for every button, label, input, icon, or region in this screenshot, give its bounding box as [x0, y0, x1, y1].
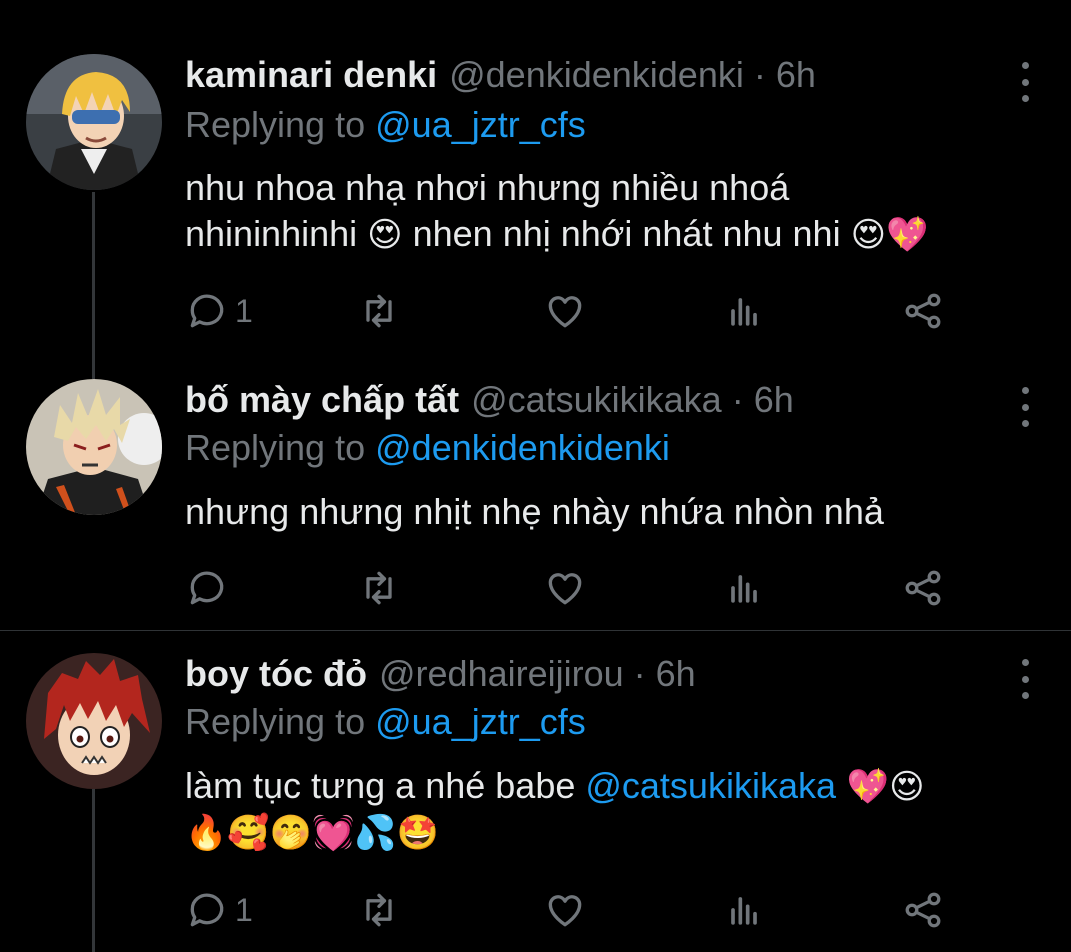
views-button[interactable]	[722, 565, 766, 611]
avatar[interactable]	[26, 54, 162, 190]
retweet-icon	[357, 566, 401, 610]
text-segment: nhininhinhi	[185, 213, 368, 254]
reply-button[interactable]	[185, 565, 235, 611]
display-name[interactable]: kaminari denki	[185, 52, 437, 98]
timestamp[interactable]: 6h	[754, 377, 794, 423]
retweet-icon	[357, 289, 401, 333]
retweet-icon	[357, 888, 401, 932]
thread-connector-line	[92, 789, 95, 952]
more-vertical-icon[interactable]	[1013, 387, 1037, 427]
separator-dot: ·	[731, 379, 744, 420]
reply-bubble-icon	[185, 566, 229, 610]
retweet-button[interactable]	[357, 288, 401, 334]
share-icon	[901, 289, 945, 333]
share-button[interactable]	[901, 887, 945, 933]
reply-thread: kaminari denki @denkidenkidenki · 6h Rep…	[0, 0, 1071, 952]
reply-bubble-icon	[185, 289, 229, 333]
tweet-kaminari[interactable]: kaminari denki @denkidenkidenki · 6h Rep…	[0, 0, 1071, 365]
replying-to-prefix: Replying to	[185, 104, 366, 145]
display-name[interactable]: bố mày chấp tất	[185, 377, 459, 423]
reply-button[interactable]: 1	[185, 288, 253, 334]
tweet-actions	[185, 565, 945, 611]
tweet-actions: 1	[185, 288, 945, 334]
retweet-button[interactable]	[357, 565, 401, 611]
like-button[interactable]	[543, 288, 587, 334]
tweet-header: boy tóc đỏ @redhaireijirou · 6h	[185, 651, 696, 697]
tweet-bakugou[interactable]: bố mày chấp tất @catsukikikaka · 6h Repl…	[0, 365, 1071, 630]
avatar[interactable]	[26, 379, 162, 515]
tweet-text-line: nhininhinhi 😍 nhen nhị nhới nhát nhu nhi…	[185, 211, 1035, 258]
text-segment: làm tục tưng a nhé babe	[185, 765, 586, 806]
tweet-actions: 1	[185, 887, 945, 933]
text-segment: nhen nhị nhới nhát nhu nhi	[402, 213, 851, 254]
avatar[interactable]	[26, 653, 162, 789]
replying-to: Replying to @ua_jztr_cfs	[185, 102, 586, 148]
share-icon	[901, 888, 945, 932]
emoji: 😍💖	[850, 215, 929, 255]
reply-count: 1	[235, 891, 253, 928]
tweet-text-line: làm tục tưng a nhé babe @catsukikikaka 💖…	[185, 763, 1035, 810]
like-button[interactable]	[543, 565, 587, 611]
heart-icon	[543, 289, 587, 333]
like-button[interactable]	[543, 887, 587, 933]
thread-connector-line	[92, 192, 95, 365]
heart-icon	[543, 566, 587, 610]
tweet-header: bố mày chấp tất @catsukikikaka · 6h	[185, 377, 794, 423]
more-vertical-icon[interactable]	[1013, 659, 1037, 699]
thread-connector-line	[92, 365, 95, 379]
separator-dot: ·	[633, 653, 646, 694]
replying-to: Replying to @ua_jztr_cfs	[185, 699, 586, 745]
tweet-text-line: nhưng nhưng nhịt nhẹ nhày nhứa nhòn nhả	[185, 491, 884, 532]
emoji: 😍	[367, 215, 403, 255]
views-button[interactable]	[722, 288, 766, 334]
views-bar-icon	[722, 289, 766, 333]
display-name[interactable]: boy tóc đỏ	[185, 651, 367, 697]
tweet-text-line: nhu nhoa nhạ nhơi nhưng nhiều nhoá	[185, 167, 790, 208]
views-bar-icon	[722, 888, 766, 932]
heart-icon	[543, 888, 587, 932]
reply-bubble-icon	[185, 888, 229, 932]
share-button[interactable]	[901, 565, 945, 611]
tweet-emoji-line: 🔥🥰🤭💓💦🤩	[185, 813, 440, 853]
timestamp[interactable]: 6h	[776, 52, 816, 98]
replying-to: Replying to @denkidenkidenki	[185, 425, 670, 471]
emoji: 💖😍	[836, 767, 925, 807]
share-button[interactable]	[901, 288, 945, 334]
retweet-button[interactable]	[357, 887, 401, 933]
tweet-text: làm tục tưng a nhé babe @catsukikikaka 💖…	[185, 763, 1035, 856]
reply-count: 1	[235, 292, 253, 329]
tweet-text: nhu nhoa nhạ nhơi nhưng nhiều nhoá nhini…	[185, 165, 1035, 258]
replying-to-prefix: Replying to	[185, 701, 366, 742]
replying-to-prefix: Replying to	[185, 427, 366, 468]
timestamp[interactable]: 6h	[656, 651, 696, 697]
handle[interactable]: @denkidenkidenki	[449, 52, 744, 98]
more-vertical-icon[interactable]	[1013, 62, 1037, 102]
tweet-header: kaminari denki @denkidenkidenki · 6h	[185, 52, 816, 98]
tweet-kirishima[interactable]: boy tóc đỏ @redhaireijirou · 6h Replying…	[0, 631, 1071, 952]
replying-to-mention[interactable]: @ua_jztr_cfs	[375, 104, 586, 145]
tweet-text: nhưng nhưng nhịt nhẹ nhày nhứa nhòn nhả	[185, 489, 1035, 535]
handle[interactable]: @redhaireijirou	[379, 651, 624, 697]
separator-dot: ·	[753, 54, 766, 95]
handle[interactable]: @catsukikikaka	[471, 377, 722, 423]
inline-mention[interactable]: @catsukikikaka	[585, 765, 836, 806]
replying-to-mention[interactable]: @ua_jztr_cfs	[375, 701, 586, 742]
views-bar-icon	[722, 566, 766, 610]
share-icon	[901, 566, 945, 610]
views-button[interactable]	[722, 887, 766, 933]
replying-to-mention[interactable]: @denkidenkidenki	[375, 427, 670, 468]
reply-button[interactable]: 1	[185, 887, 253, 933]
